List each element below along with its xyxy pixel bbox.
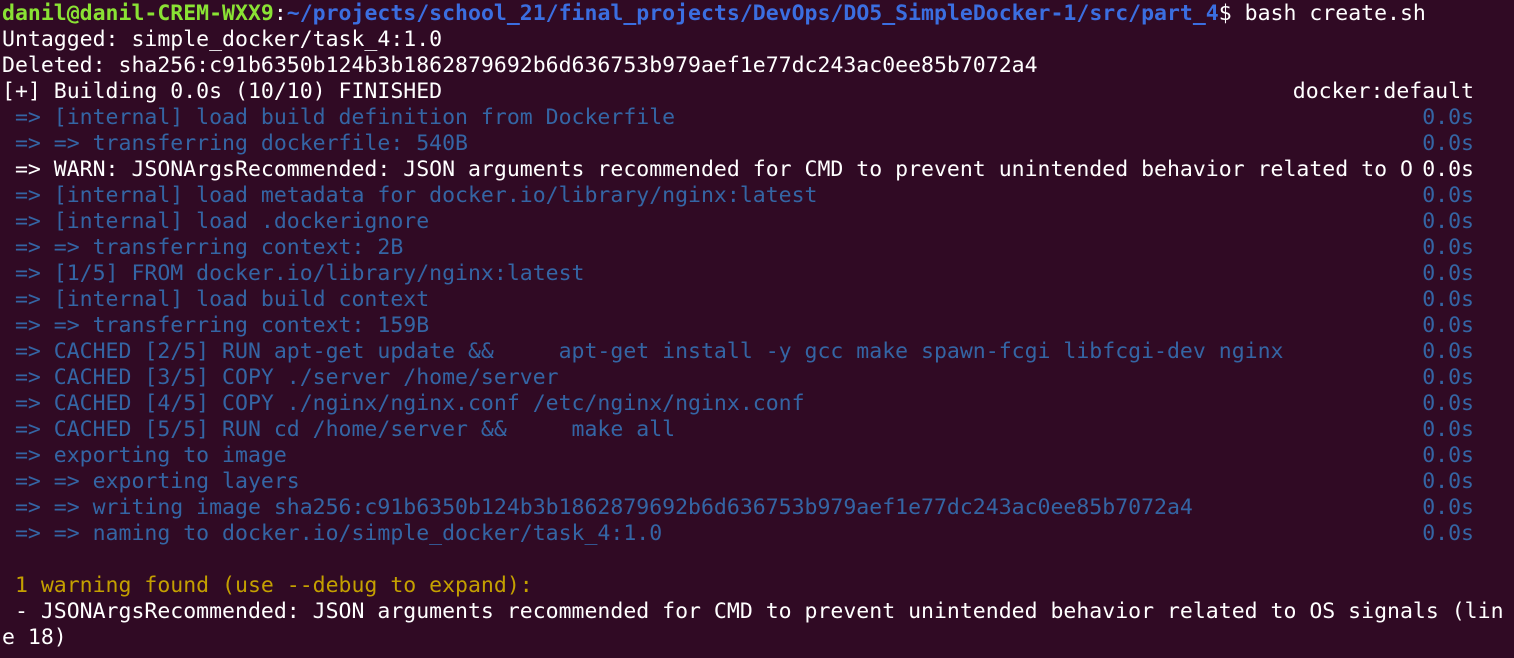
build-step-text: => => exporting layers [2, 469, 300, 494]
build-step-row: => => exporting layers 0.0s [2, 469, 1494, 495]
build-step-time: 0.0s [1422, 521, 1474, 546]
build-step-text: => [internal] load build definition from… [2, 105, 676, 130]
build-context: docker:default [1292, 79, 1474, 104]
build-step-text: => [internal] load metadata for docker.i… [2, 183, 818, 208]
build-step-time: 0.0s [1422, 443, 1474, 468]
build-step-row: => CACHED [4/5] COPY ./nginx/nginx.conf … [2, 391, 1494, 417]
build-step-time: 0.0s [1422, 391, 1474, 416]
warning-summary: 1 warning found (use --debug to expand): [2, 573, 533, 598]
build-step-time: 0.0s [1422, 105, 1474, 130]
prompt-path: ~/projects/school_21/final_projects/DevO… [286, 1, 1219, 26]
build-step-text: => => naming to docker.io/simple_docker/… [2, 521, 663, 546]
build-step-time: 0.0s [1422, 131, 1474, 156]
build-step-row: => [internal] load .dockerignore 0.0s [2, 209, 1494, 235]
build-step-time: 0.0s [1422, 183, 1474, 208]
warning-detail-line: - JSONArgsRecommended: JSON arguments re… [2, 599, 1504, 624]
prompt-separator: : [273, 1, 287, 26]
build-step-text: => CACHED [2/5] RUN apt-get update && ap… [2, 339, 1284, 364]
build-step-text: => exporting to image [2, 443, 287, 468]
build-step-time: 0.0s [1422, 495, 1474, 520]
prompt-line: danil@danil-CREM-WXX9:~/projects/school_… [2, 1, 1426, 27]
build-step-row: => => transferring dockerfile: 540B 0.0s [2, 131, 1494, 157]
build-step-row: => [1/5] FROM docker.io/library/nginx:la… [2, 261, 1494, 287]
build-step-text: => CACHED [3/5] COPY ./server /home/serv… [2, 365, 559, 390]
build-step-row: => WARN: JSONArgsRecommended: JSON argum… [2, 157, 1494, 183]
build-step-time: 0.0s [1422, 365, 1474, 390]
build-step-row: => [internal] load build definition from… [2, 105, 1494, 131]
build-header-line: [+] Building 0.0s (10/10) FINISHED docker… [2, 79, 1494, 105]
build-step-row: => [internal] load metadata for docker.i… [2, 183, 1494, 209]
build-step-text: => => transferring context: 159B [2, 313, 430, 338]
build-status: [+] Building 0.0s (10/10) FINISHED [2, 79, 443, 104]
build-step-row: => => naming to docker.io/simple_docker/… [2, 521, 1494, 547]
build-step-time: 0.0s [1422, 209, 1474, 234]
build-step-row: => exporting to image 0.0s [2, 443, 1494, 469]
build-step-time: 0.0s [1422, 287, 1474, 312]
build-step-text: => CACHED [4/5] COPY ./nginx/nginx.conf … [2, 391, 805, 416]
build-step-row: => => writing image sha256:c91b6350b124b… [2, 495, 1494, 521]
deleted-line: Deleted: sha256:c91b6350b124b3b186287969… [2, 53, 1038, 78]
build-step-row: => [internal] load build context 0.0s [2, 287, 1494, 313]
build-step-time: 0.0s [1422, 235, 1474, 260]
build-step-text: => => writing image sha256:c91b6350b124b… [2, 495, 1193, 520]
build-step-row: => CACHED [5/5] RUN cd /home/server && m… [2, 417, 1494, 443]
build-step-row: => CACHED [3/5] COPY ./server /home/serv… [2, 365, 1494, 391]
build-step-time: 0.0s [1422, 417, 1474, 442]
build-step-text: => [internal] load .dockerignore [2, 209, 430, 234]
build-step-time: 0.0s [1422, 339, 1474, 364]
build-step-row: => => transferring context: 159B 0.0s [2, 313, 1494, 339]
build-step-row: => => transferring context: 2B 0.0s [2, 235, 1494, 261]
build-step-text: => [1/5] FROM docker.io/library/nginx:la… [2, 261, 585, 286]
build-step-text: => [internal] load build context [2, 287, 430, 312]
prompt-user-host: danil@danil-CREM-WXX9 [2, 1, 274, 26]
build-step-time: 0.0s [1422, 313, 1474, 338]
prompt-command: bash create.sh [1244, 1, 1426, 26]
build-step-time: 0.0s [1422, 157, 1474, 182]
terminal-window[interactable]: danil@danil-CREM-WXX9:~/projects/school_… [0, 0, 1514, 658]
build-step-row: => CACHED [2/5] RUN apt-get update && ap… [2, 339, 1494, 365]
prompt-symbol: $ [1218, 1, 1245, 26]
build-step-text: => => transferring context: 2B [2, 235, 404, 260]
warning-detail-line: e 18) [2, 625, 67, 650]
build-step-text: => => transferring dockerfile: 540B [2, 131, 468, 156]
build-step-time: 0.0s [1422, 261, 1474, 286]
untagged-line: Untagged: simple_docker/task_4:1.0 [2, 27, 443, 52]
build-step-time: 0.0s [1422, 469, 1474, 494]
build-step-text: => CACHED [5/5] RUN cd /home/server && m… [2, 417, 676, 442]
build-step-text: => WARN: JSONArgsRecommended: JSON argum… [2, 157, 1413, 182]
